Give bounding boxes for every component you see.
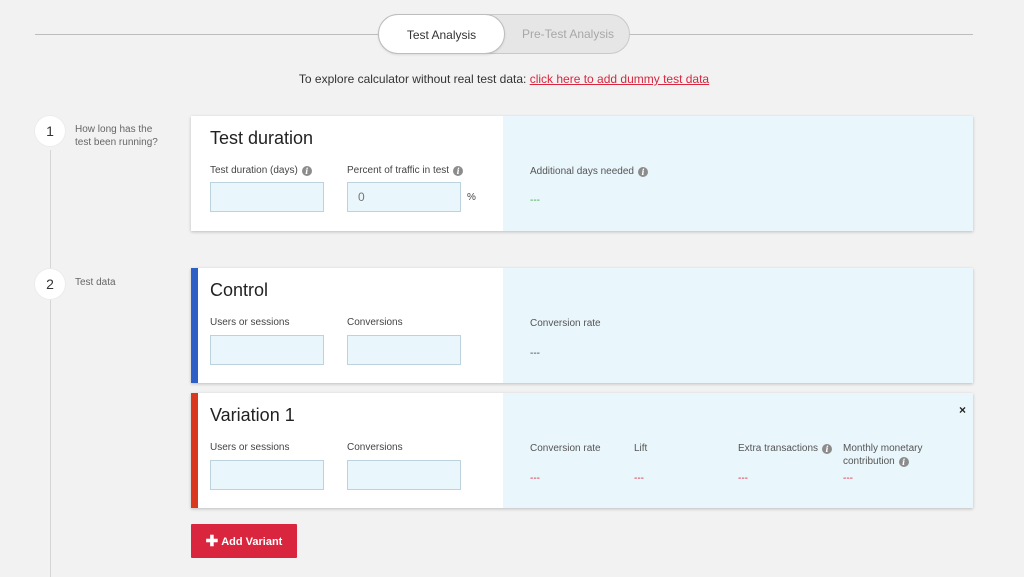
test-duration-input[interactable] — [210, 182, 324, 212]
variation-conversion-rate-label: Conversion rate — [530, 443, 601, 454]
control-conversions-input[interactable] — [347, 335, 461, 365]
control-conversion-rate-value: --- — [530, 348, 540, 359]
dummy-data-link[interactable]: click here to add dummy test data — [530, 72, 709, 86]
info-icon[interactable]: i — [301, 166, 312, 176]
remove-variant-button[interactable]: × — [959, 403, 966, 417]
lift-label: Lift — [634, 443, 648, 454]
traffic-percent-input[interactable] — [347, 182, 461, 212]
additional-days-value: --- — [530, 195, 540, 206]
analysis-toggle: Test Analysis Pre-Test Analysis — [378, 14, 630, 54]
field-label: Test duration (days) i — [210, 165, 312, 176]
add-variant-label: Add Variant — [221, 536, 283, 548]
card-title: Test duration — [210, 128, 314, 148]
control-card: Control Users or sessions Conversions Co… — [191, 268, 973, 383]
variation-conversions-label: Conversions — [347, 442, 403, 453]
add-variant-button[interactable]: ✚ Add Variant — [191, 524, 297, 558]
monthly-contribution-text: Monthly monetary contribution — [843, 443, 923, 467]
monthly-contribution-label: Monthly monetary contribution i — [843, 442, 953, 468]
percent-unit: % — [467, 192, 476, 203]
extra-transactions-text: Extra transactions — [738, 443, 819, 454]
tab-test-analysis[interactable]: Test Analysis — [378, 14, 505, 54]
info-icon[interactable]: i — [822, 444, 833, 454]
plus-icon: ✚ — [205, 533, 219, 550]
variation-conversions-input[interactable] — [347, 460, 461, 490]
variation-card: Variation 1 × Users or sessions Conversi… — [191, 393, 973, 508]
control-conversions-label: Conversions — [347, 317, 403, 328]
test-duration-label: Test duration (days) — [210, 165, 298, 176]
step-label-2: Test data — [75, 277, 116, 288]
variation-conversion-rate-value: --- — [530, 473, 540, 484]
card-title: Control — [210, 280, 269, 300]
info-icon[interactable]: i — [898, 457, 909, 467]
control-users-label: Users or sessions — [210, 317, 290, 328]
steps-timeline — [50, 150, 51, 577]
extra-transactions-value: --- — [738, 473, 748, 484]
card-title: Variation 1 — [210, 405, 295, 425]
additional-days-label: Additional days needed — [530, 166, 634, 177]
tab-pre-test-analysis[interactable]: Pre-Test Analysis — [505, 14, 631, 54]
monthly-contribution-value: --- — [843, 473, 853, 484]
control-conversion-rate-label: Conversion rate — [530, 318, 601, 329]
test-duration-card: Test duration Test duration (days) i Perc… — [191, 116, 973, 231]
field-label: Percent of traffic in test i — [347, 165, 464, 176]
variation-users-input[interactable] — [210, 460, 324, 490]
traffic-percent-label: Percent of traffic in test — [347, 165, 450, 176]
extra-transactions-label: Extra transactions i — [738, 442, 833, 455]
lift-value: --- — [634, 473, 644, 484]
step-number-1: 1 — [35, 116, 65, 146]
explore-text: To explore calculator without real test … — [298, 72, 530, 86]
control-users-input[interactable] — [210, 335, 324, 365]
info-icon[interactable]: i — [453, 166, 464, 176]
step-number-2: 2 — [35, 269, 65, 299]
result-label: Additional days needed i — [530, 165, 648, 178]
step-label-1: How long has the test been running? — [75, 124, 158, 148]
info-icon[interactable]: i — [637, 167, 648, 177]
control-color-bar — [191, 268, 198, 383]
variation-color-bar — [191, 393, 198, 508]
explore-message: To explore calculator without real test … — [0, 72, 1008, 86]
variation-users-label: Users or sessions — [210, 442, 290, 453]
